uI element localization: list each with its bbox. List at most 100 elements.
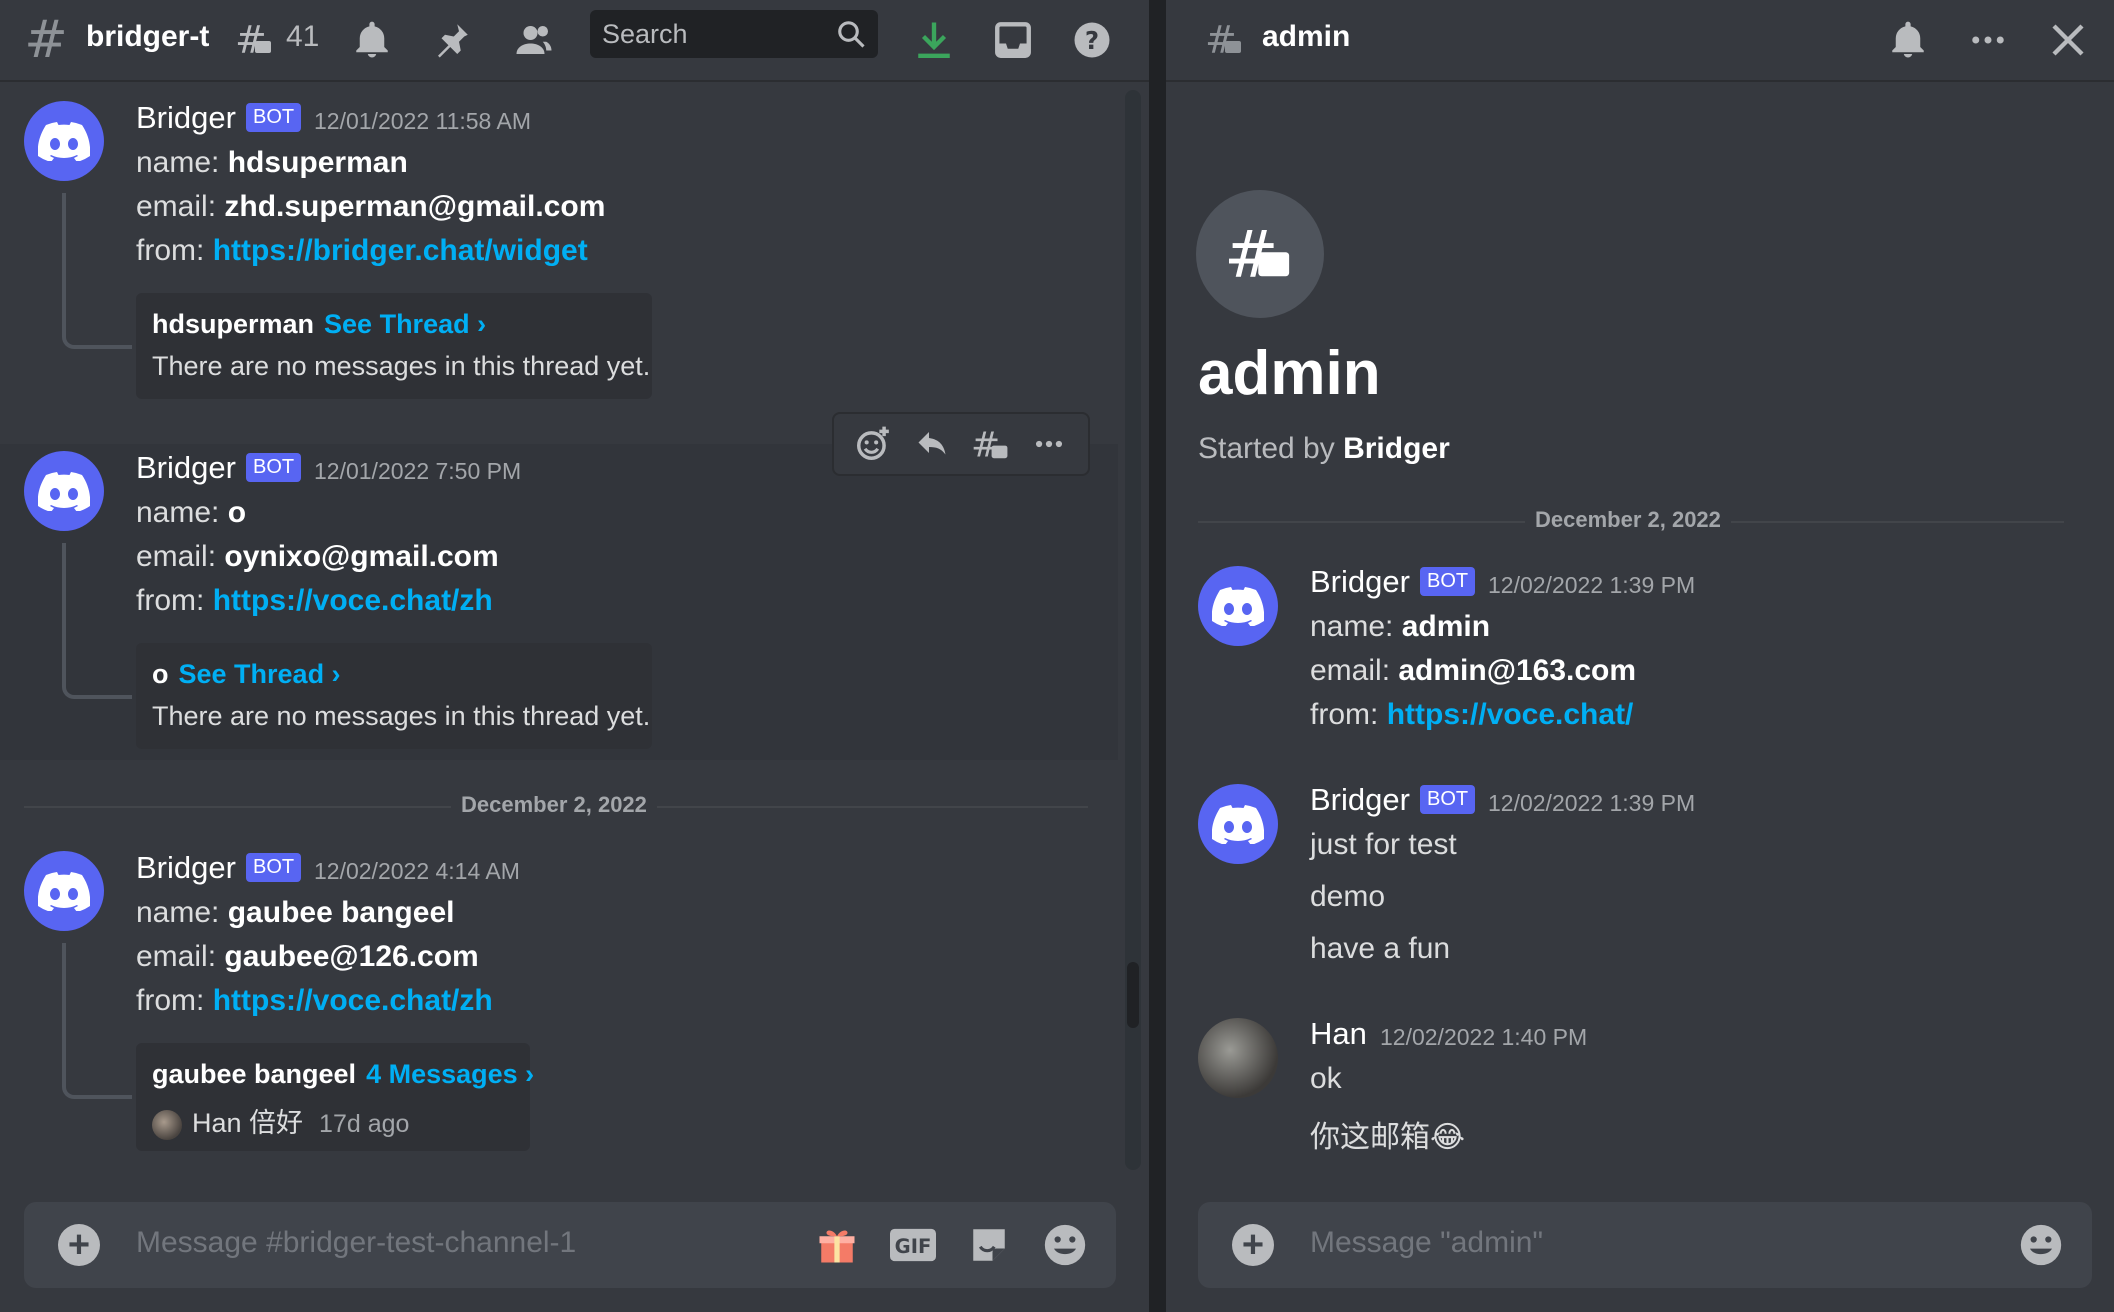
message-line: demo — [1310, 880, 1386, 913]
message-line: email: oynixo@gmail.com — [136, 540, 499, 573]
message-line: from: https://voce.chat/ — [1310, 698, 1634, 731]
discord-logo-avatar[interactable] — [24, 451, 104, 531]
thread-title: hdsuperman — [152, 309, 315, 339]
message-composer[interactable]: + Message #bridger-test-channel-1 GIF — [24, 1202, 1116, 1288]
search-icon — [838, 21, 865, 48]
thread-preview[interactable]: o See Thread › There are no messages in t… — [136, 643, 652, 749]
thread-pane: # admin # admin Started by Bridger Decem… — [1166, 0, 2114, 1312]
username[interactable]: Bridger — [1310, 782, 1410, 818]
bell-icon[interactable] — [1880, 12, 1936, 68]
svg-text:?: ? — [1085, 26, 1099, 55]
channel-name: bridger-t — [86, 20, 210, 53]
date-divider: December 2, 2022 — [1525, 507, 1731, 533]
starter-username[interactable]: Bridger — [1343, 432, 1450, 465]
composer-placeholder: Message #bridger-test-channel-1 — [136, 1226, 577, 1259]
bot-badge: BOT — [246, 103, 302, 132]
sticker-icon[interactable] — [966, 1222, 1012, 1268]
members-icon[interactable] — [506, 12, 562, 68]
discord-logo-avatar[interactable] — [1198, 784, 1278, 864]
discord-logo-avatar[interactable] — [1198, 566, 1278, 646]
emoji-icon[interactable] — [2018, 1222, 2064, 1268]
reply-icon[interactable] — [907, 419, 957, 469]
username[interactable]: Han — [1310, 1016, 1367, 1052]
thread-start-icon: # — [1196, 190, 1324, 318]
download-icon[interactable] — [906, 12, 962, 68]
message-line: name: admin — [1310, 610, 1491, 643]
more-options-icon[interactable] — [1024, 419, 1074, 469]
add-reaction-icon[interactable] — [848, 419, 898, 469]
thread-header-title: admin — [1262, 20, 1351, 53]
username[interactable]: Bridger — [1310, 564, 1410, 600]
gif-icon[interactable]: GIF — [890, 1222, 936, 1268]
message-line: have a fun — [1310, 932, 1451, 965]
svg-text:#: # — [1205, 19, 1237, 61]
help-icon[interactable]: ? — [1064, 12, 1120, 68]
see-thread-link[interactable]: See Thread › — [324, 309, 486, 339]
message-composer[interactable]: + Message "admin" — [1198, 1202, 2092, 1288]
inbox-icon[interactable] — [985, 12, 1041, 68]
thread-message-count-link[interactable]: 4 Messages › — [366, 1059, 534, 1089]
search-input[interactable]: Search — [590, 10, 878, 58]
message-actions-toolbar: # — [832, 412, 1090, 476]
scrollbar-thumb[interactable] — [1127, 962, 1139, 1028]
channel-header: # bridger-t # 41 Search ? — [0, 0, 1149, 82]
message-line: name: o — [136, 496, 247, 529]
thread-title: gaubee bangeel — [152, 1059, 357, 1089]
channel-pane: # bridger-t # 41 Search ? Bridger BOT 12… — [0, 0, 1149, 1312]
timestamp: 12/01/2022 11:58 AM — [314, 108, 531, 134]
threads-count[interactable]: 41 — [286, 20, 319, 54]
more-options-icon[interactable] — [1960, 12, 2016, 68]
han-avatar[interactable] — [1198, 1018, 1278, 1098]
bot-badge: BOT — [246, 853, 302, 882]
close-icon[interactable] — [2040, 12, 2096, 68]
see-thread-link[interactable]: See Thread › — [179, 659, 341, 689]
thread-empty-text: There are no messages in this thread yet… — [152, 351, 651, 381]
timestamp: 12/01/2022 7:50 PM — [314, 458, 522, 484]
create-thread-icon[interactable]: # — [965, 419, 1015, 469]
message-line: email: zhd.superman@gmail.com — [136, 190, 606, 223]
timestamp: 12/02/2022 1:39 PM — [1488, 572, 1696, 598]
add-attachment-icon[interactable]: + — [58, 1224, 100, 1266]
emoji-icon[interactable] — [1042, 1222, 1088, 1268]
gift-icon[interactable] — [814, 1222, 860, 1268]
thread-preview[interactable]: gaubee bangeel 4 Messages › Han 倍好 17d ago — [136, 1043, 534, 1151]
message-link[interactable]: https://bridger.chat/widget — [213, 234, 588, 267]
message-line: email: admin@163.com — [1310, 654, 1637, 687]
channel-hash-icon: # — [24, 10, 68, 70]
bot-badge: BOT — [1420, 785, 1476, 814]
message-line: from: https://voce.chat/zh — [136, 584, 493, 617]
bell-icon[interactable] — [344, 12, 400, 68]
add-attachment-icon[interactable]: + — [1232, 1224, 1274, 1266]
bot-badge: BOT — [246, 453, 302, 482]
svg-text:#: # — [235, 19, 267, 61]
timestamp: 12/02/2022 1:40 PM — [1380, 1024, 1588, 1050]
thread-preview[interactable]: hdsuperman See Thread › There are no mess… — [136, 293, 652, 399]
message-line: name: gaubee bangeel — [136, 896, 455, 929]
message-link[interactable]: https://voce.chat/zh — [213, 984, 493, 1017]
pane-divider[interactable] — [1149, 0, 1166, 1312]
username[interactable]: Bridger — [136, 850, 236, 886]
thread-header: # admin — [1166, 0, 2114, 82]
username[interactable]: Bridger — [136, 100, 236, 136]
thread-connector — [62, 543, 132, 699]
discord-logo-avatar[interactable] — [24, 101, 104, 181]
thread-last-time: 17d ago — [319, 1110, 410, 1138]
message-link[interactable]: https://voce.chat/zh — [213, 584, 493, 617]
thread-title: o — [152, 659, 169, 689]
username[interactable]: Bridger — [136, 450, 236, 486]
pin-icon[interactable] — [424, 12, 480, 68]
thread-empty-text: There are no messages in this thread yet… — [152, 701, 651, 731]
thread-connector — [62, 193, 132, 349]
message-line: 你这邮箱😂 — [1310, 1120, 1466, 1155]
message-line: from: https://voce.chat/zh — [136, 984, 493, 1017]
message-line: name: hdsuperman — [136, 146, 408, 179]
started-by: Started by Bridger — [1198, 432, 1450, 465]
thread-last-user: Han 倍好 — [192, 1108, 304, 1138]
search-placeholder: Search — [602, 18, 688, 49]
composer-placeholder: Message "admin" — [1310, 1226, 1544, 1259]
threads-icon[interactable]: # — [226, 12, 282, 68]
message-line: ok — [1310, 1062, 1342, 1095]
message-link[interactable]: https://voce.chat/ — [1387, 698, 1634, 731]
timestamp: 12/02/2022 1:39 PM — [1488, 790, 1696, 816]
discord-logo-avatar[interactable] — [24, 851, 104, 931]
